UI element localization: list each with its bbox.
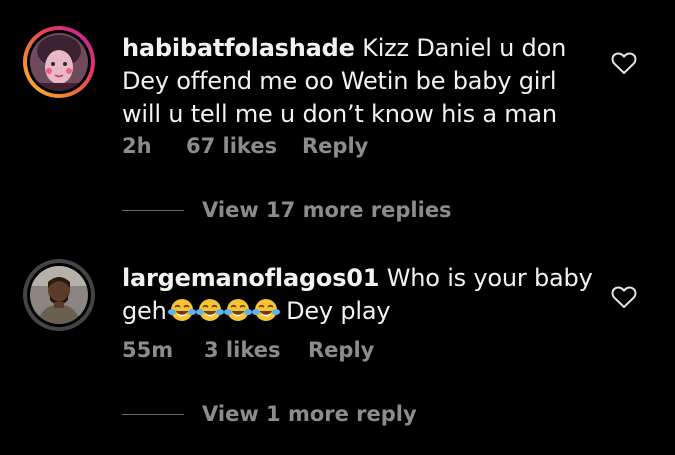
divider-line — [122, 209, 184, 211]
comment-body-end: Dey play — [286, 297, 391, 325]
avatar-story-ring[interactable] — [23, 26, 95, 98]
tears-of-joy-emoji — [223, 299, 252, 321]
avatar — [30, 33, 88, 91]
comment-text: habibatfolashade Kizz Daniel u don Dey o… — [122, 32, 602, 131]
comment-meta: 55m 3 likes Reply — [122, 338, 374, 362]
divider-line — [122, 413, 184, 415]
username[interactable]: habibatfolashade — [122, 34, 355, 62]
view-replies-label: View 17 more replies — [202, 198, 452, 222]
heart-icon[interactable] — [611, 285, 637, 309]
likes-count[interactable]: 67 likes — [186, 134, 302, 158]
emoji-group — [167, 297, 280, 325]
avatar — [30, 266, 88, 324]
reply-button[interactable]: Reply — [302, 134, 368, 158]
view-replies-button[interactable]: View 17 more replies — [122, 198, 452, 222]
tears-of-joy-emoji — [195, 299, 224, 321]
timestamp: 55m — [122, 338, 174, 362]
timestamp: 2h — [122, 134, 152, 158]
view-replies-label: View 1 more reply — [202, 402, 417, 426]
tears-of-joy-emoji — [251, 299, 280, 321]
username[interactable]: largemanoflagos01 — [122, 264, 380, 292]
comment-text: largemanoflagos01 Who is your baby geh D… — [122, 262, 602, 328]
heart-icon[interactable] — [611, 51, 637, 75]
tears-of-joy-emoji — [167, 299, 196, 321]
likes-count[interactable]: 3 likes — [204, 338, 308, 362]
reply-button[interactable]: Reply — [308, 338, 374, 362]
comment-meta: 2h 67 likes Reply — [122, 134, 368, 158]
avatar-frame[interactable] — [23, 259, 95, 331]
view-replies-button[interactable]: View 1 more reply — [122, 402, 417, 426]
